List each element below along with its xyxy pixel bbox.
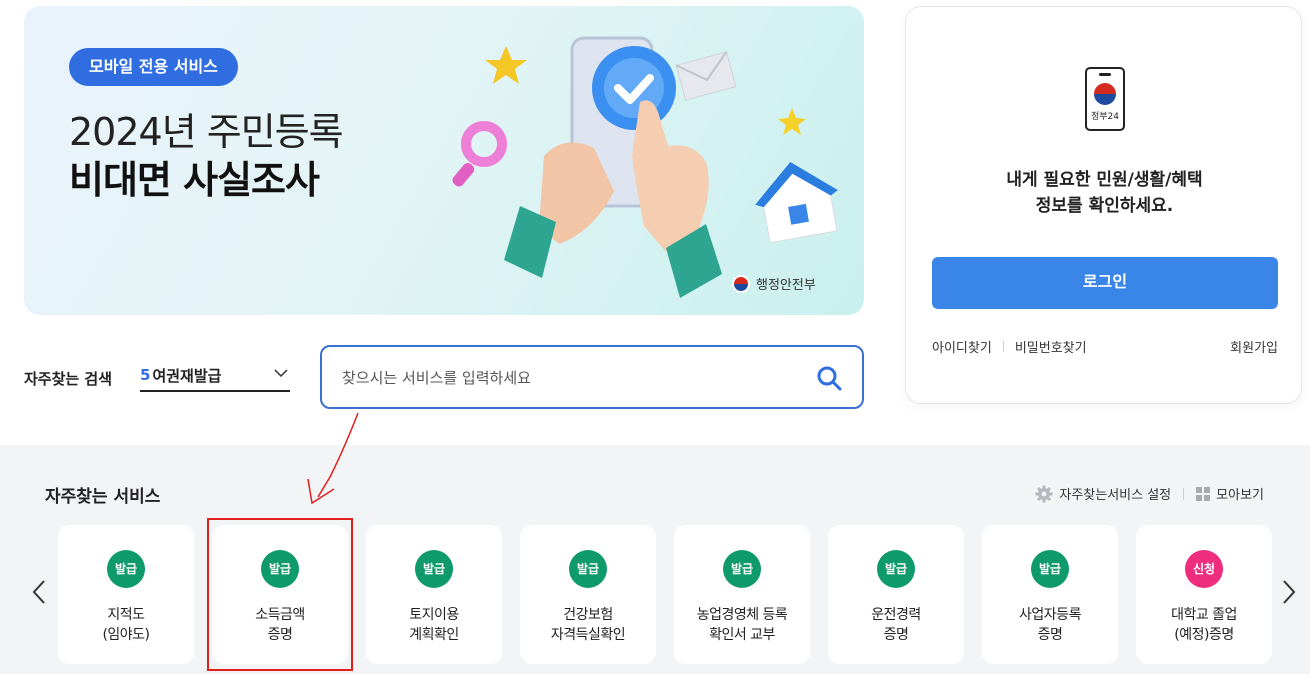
- login-message-line2: 정보를 확인하세요.: [1035, 196, 1174, 216]
- frequent-services-title: 자주찾는 서비스: [45, 487, 161, 507]
- banner-title-line1: 2024년 주민등록: [69, 110, 344, 154]
- find-id-link[interactable]: 아이디찾기: [932, 337, 992, 356]
- service-card-driving-record[interactable]: 발급 운전경력 증명: [828, 525, 964, 664]
- login-links: 아이디찾기 비밀번호찾기 회원가입: [932, 337, 1278, 356]
- issue-tag: 발급: [415, 550, 453, 588]
- hand-phone-illustration: [452, 36, 838, 298]
- signup-link[interactable]: 회원가입: [1230, 337, 1278, 356]
- fav-search-value: 여권재발급: [152, 366, 222, 385]
- service-card-name-line1: 지적도: [107, 607, 145, 623]
- chevron-left-icon[interactable]: [30, 577, 50, 607]
- issue-tag: 발급: [107, 550, 145, 588]
- fav-search-dropdown[interactable]: 5 여권재발급: [140, 360, 290, 392]
- service-card-name: 토지이용 계획확인: [366, 605, 502, 645]
- search-box: [320, 345, 864, 409]
- login-message: 내게 필요한 민원/생활/혜택 정보를 확인하세요.: [906, 167, 1303, 219]
- promo-banner[interactable]: 모바일 전용 서비스 2024년 주민등록 비대면 사실조사 행정안전부: [24, 6, 864, 315]
- service-card-cadastral-map[interactable]: 발급 지적도 (임야도): [58, 525, 194, 664]
- service-card-name-line2: 증명: [883, 627, 909, 643]
- service-card-name-line1: 건강보험: [563, 607, 613, 623]
- banner-title-line2: 비대면 사실조사: [69, 158, 320, 202]
- service-card-farm-registration[interactable]: 발급 농업경영체 등록 확인서 교부: [674, 525, 810, 664]
- apply-tag: 신청: [1185, 550, 1223, 588]
- chevron-down-icon: [274, 369, 288, 378]
- fav-search-rank: 5: [140, 366, 151, 384]
- service-card-health-insurance[interactable]: 발급 건강보험 자격득실확인: [520, 525, 656, 664]
- login-button[interactable]: 로그인: [932, 257, 1278, 309]
- ministry-name: 행정안전부: [756, 278, 816, 293]
- service-card-name-line1: 농업경영체 등록: [696, 607, 788, 623]
- service-card-name-line2: 증명: [1037, 627, 1063, 643]
- issue-tag: 발급: [723, 550, 761, 588]
- service-card-name-line2: 계획확인: [409, 627, 459, 643]
- issue-tag: 발급: [877, 550, 915, 588]
- gear-icon: [1035, 485, 1053, 502]
- gov24-phone-icon: 정부24: [1085, 67, 1125, 131]
- view-all-label: 모아보기: [1216, 488, 1264, 503]
- service-card-name-line2: (임야도): [102, 627, 150, 643]
- services-settings-button[interactable]: 자주찾는서비스 설정: [1035, 484, 1171, 503]
- find-password-link[interactable]: 비밀번호찾기: [1015, 337, 1087, 356]
- page: 모바일 전용 서비스 2024년 주민등록 비대면 사실조사 행정안전부 정부2…: [0, 0, 1310, 674]
- service-card-name: 운전경력 증명: [828, 605, 964, 645]
- service-card-name: 농업경영체 등록 확인서 교부: [674, 605, 810, 645]
- service-card-name-line2: (예정)증명: [1174, 627, 1234, 643]
- ministry-logo: 행정안전부: [732, 274, 816, 293]
- taegeuk-emblem-icon: [732, 274, 750, 293]
- service-card-name-line2: 자격득실확인: [550, 627, 626, 643]
- login-card: 정부24 내게 필요한 민원/생활/혜택 정보를 확인하세요. 로그인 아이디찾…: [905, 6, 1302, 404]
- chevron-right-icon[interactable]: [1278, 577, 1298, 607]
- gov24-label: 정부24: [1090, 112, 1119, 122]
- divider: [1183, 487, 1185, 500]
- service-card-name-line1: 운전경력: [871, 607, 921, 623]
- service-card-land-use-plan[interactable]: 발급 토지이용 계획확인: [366, 525, 502, 664]
- services-settings-label: 자주찾는서비스 설정: [1059, 488, 1172, 503]
- service-card-name: 건강보험 자격득실확인: [520, 605, 656, 645]
- service-card-business-registration[interactable]: 발급 사업자등록 증명: [982, 525, 1118, 664]
- banner-badge: 모바일 전용 서비스: [69, 48, 238, 86]
- frequent-services-section: 자주찾는 서비스 자주찾는서비스 설정 모아보기 발급 지적도 (임야도) 발급…: [0, 445, 1310, 674]
- service-card-name-line1: 대학교 졸업: [1171, 607, 1237, 623]
- search-input[interactable]: [342, 365, 792, 391]
- annotation-arrow: [307, 412, 359, 505]
- login-message-line1: 내게 필요한 민원/생활/혜택: [1006, 170, 1203, 190]
- issue-tag: 발급: [1031, 550, 1069, 588]
- service-card-name-line1: 사업자등록: [1019, 607, 1081, 623]
- grid-icon: [1196, 486, 1211, 501]
- divider: [1002, 341, 1004, 352]
- service-card-name: 대학교 졸업 (예정)증명: [1136, 605, 1272, 645]
- issue-tag: 발급: [569, 550, 607, 588]
- service-card-name-line2: 확인서 교부: [709, 627, 775, 643]
- fav-search-label: 자주찾는 검색: [24, 370, 113, 388]
- search-icon[interactable]: [816, 365, 842, 391]
- service-card-graduation-certificate[interactable]: 신청 대학교 졸업 (예정)증명: [1136, 525, 1272, 664]
- view-all-button[interactable]: 모아보기: [1196, 484, 1264, 503]
- services-tools: 자주찾는서비스 설정 모아보기: [1035, 484, 1264, 503]
- service-card-name: 지적도 (임야도): [58, 605, 194, 645]
- annotation-highlight-box: [207, 518, 353, 671]
- service-card-name: 사업자등록 증명: [982, 605, 1118, 645]
- service-card-name-line1: 토지이용: [409, 607, 459, 623]
